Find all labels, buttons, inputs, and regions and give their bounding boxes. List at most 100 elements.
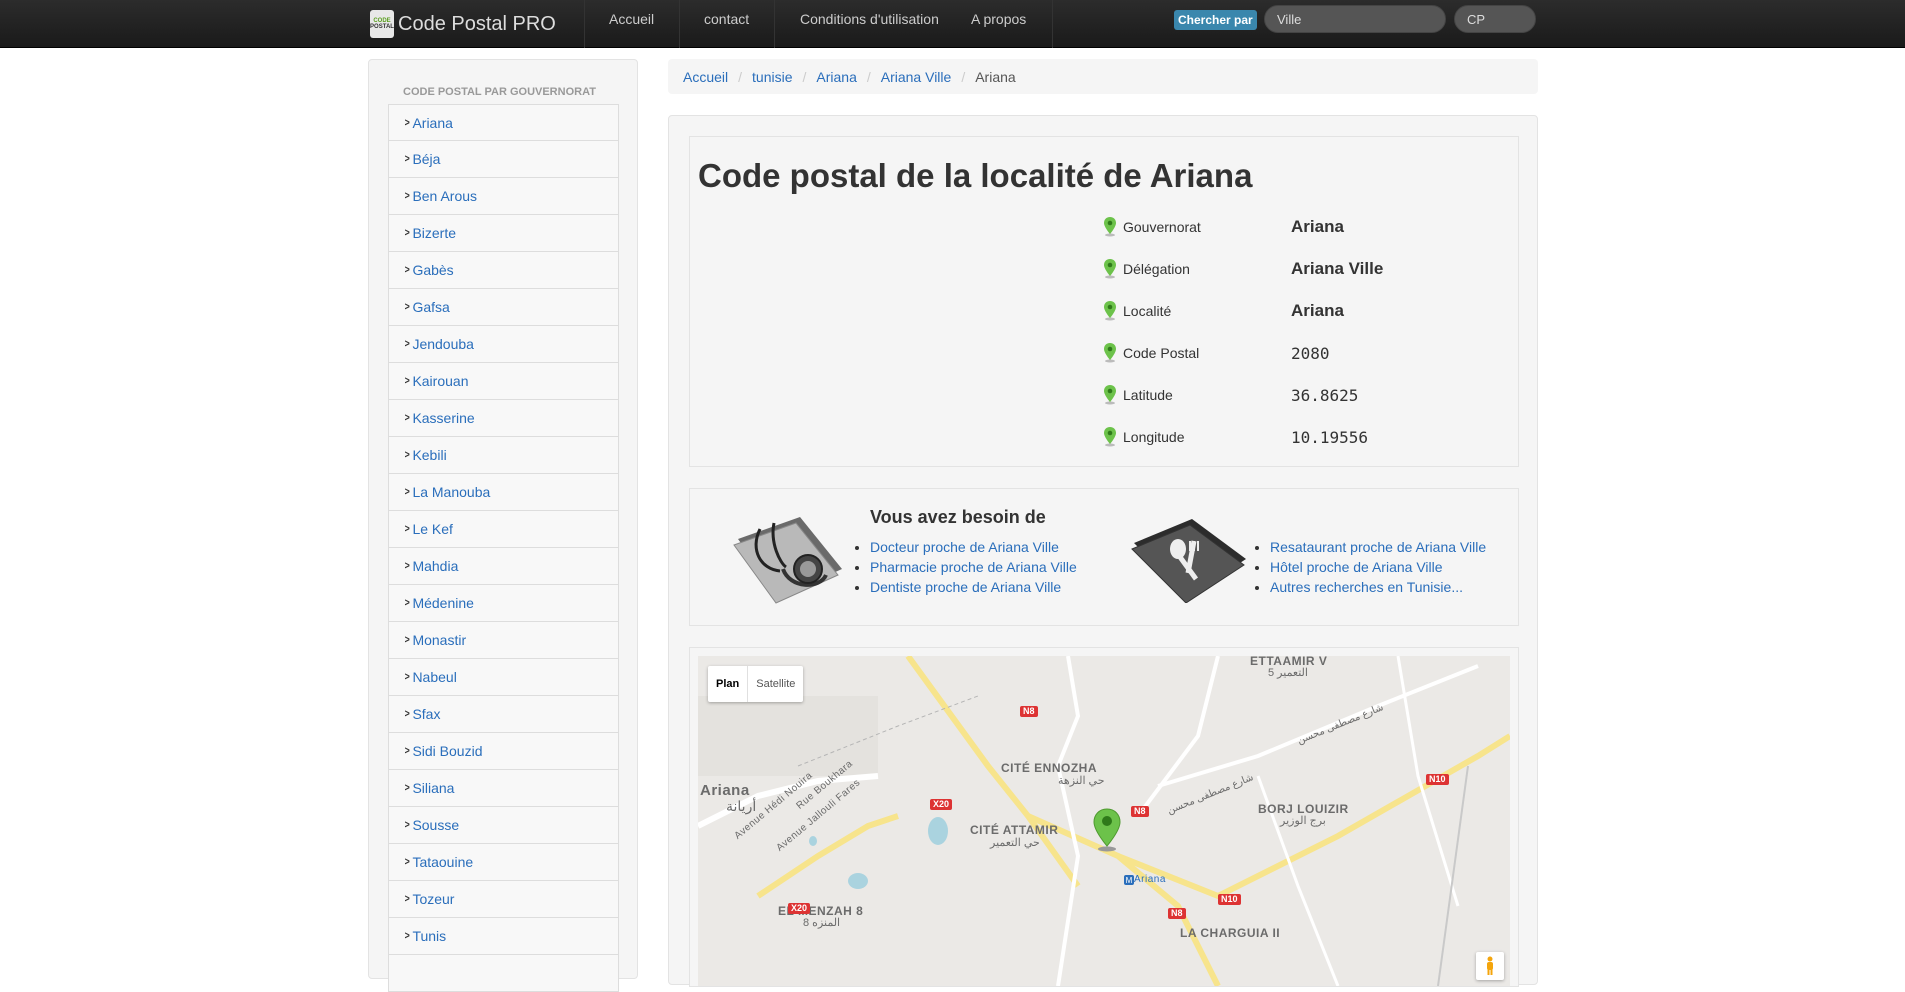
sidebar-item-label[interactable]: Tozeur [412, 891, 454, 907]
sidebar-item-label[interactable]: Médenine [412, 595, 474, 611]
map-label: برج الوزير [1280, 815, 1326, 827]
sidebar-item-label[interactable]: Béja [412, 151, 440, 167]
sidebar-item-label[interactable]: Gabès [412, 262, 453, 278]
map[interactable]: ETTAAMIR V التعمير 5 CITÉ ENNOZHA حي الن… [698, 656, 1510, 986]
sidebar-item-gabes[interactable]: > Gabès [388, 252, 619, 289]
sidebar-item-kairouan[interactable]: > Kairouan [388, 363, 619, 400]
chevron-right-icon: > [404, 375, 410, 387]
svg-text:M: M [1126, 876, 1133, 885]
nav-conditions[interactable]: Conditions d'utilisation [800, 11, 939, 27]
sidebar-item-label[interactable]: Tunis [412, 928, 446, 944]
sidebar-header: CODE POSTAL PAR GOUVERNORAT [403, 86, 596, 98]
breadcrumb-accueil[interactable]: Accueil [683, 69, 728, 85]
map-label: حي النزهة [1058, 775, 1105, 787]
sidebar-item-la-manouba[interactable]: > La Manouba [388, 474, 619, 511]
sidebar-item-jendouba[interactable]: > Jendouba [388, 326, 619, 363]
nav-accueil[interactable]: Accueil [609, 11, 654, 27]
sidebar-item-ben-arous[interactable]: > Ben Arous [388, 178, 619, 215]
sidebar-item-gafsa[interactable]: > Gafsa [388, 289, 619, 326]
sidebar-item-sfax[interactable]: > Sfax [388, 696, 619, 733]
map-card: ETTAAMIR V التعمير 5 CITÉ ENNOZHA حي الن… [689, 647, 1519, 987]
sidebar-item-mahdia[interactable]: > Mahdia [388, 548, 619, 585]
sidebar-item-beja[interactable]: > Béja [388, 141, 619, 178]
sidebar-item-kasserine[interactable]: > Kasserine [388, 400, 619, 437]
sidebar-item-label[interactable]: Tataouine [412, 854, 473, 870]
sidebar-item-label[interactable]: Jendouba [412, 336, 474, 352]
breadcrumb-tunisie[interactable]: tunisie [752, 69, 792, 85]
search-cp-input[interactable]: CP [1454, 5, 1536, 33]
brand-logo-icon: CODE POSTAL [370, 10, 394, 38]
info-row-code-postal: Code Postal 2080 [1103, 338, 1503, 368]
nav-contact[interactable]: contact [704, 11, 749, 27]
sidebar-item-medenine[interactable]: > Médenine [388, 585, 619, 622]
restaurant-folder-icon [1131, 519, 1246, 603]
chevron-right-icon: > [404, 930, 410, 942]
sidebar-item-label[interactable]: Gafsa [412, 299, 449, 315]
pegman-icon[interactable] [1476, 952, 1504, 980]
sidebar-item-label[interactable]: Le Kef [412, 521, 452, 537]
map-pin-icon [1104, 301, 1116, 321]
sidebar-item-tataouine[interactable]: > Tataouine [388, 844, 619, 881]
chevron-right-icon: > [404, 597, 410, 609]
breadcrumb-ariana[interactable]: Ariana [816, 69, 856, 85]
map-label: التعمير 5 [1268, 667, 1308, 679]
sidebar-item-label[interactable]: Kasserine [412, 410, 474, 426]
chevron-right-icon: > [404, 708, 410, 720]
sidebar-item-label[interactable]: Kebili [412, 447, 446, 463]
info-row-latitude: Latitude 36.8625 [1103, 380, 1503, 410]
sidebar-item-le-kef[interactable]: > Le Kef [388, 511, 619, 548]
sidebar-item-label[interactable]: Sfax [412, 706, 440, 722]
services-list-right: Resataurant proche de Ariana Ville Hôtel… [1256, 537, 1486, 597]
metro-station-icon: M [1124, 875, 1134, 885]
sidebar-item-label[interactable]: Kairouan [412, 373, 468, 389]
sidebar-item-label[interactable]: Sousse [412, 817, 459, 833]
search-ville-input[interactable]: Ville [1264, 5, 1446, 33]
road-shield: N8 [1131, 806, 1149, 817]
sidebar-item-label[interactable]: Mahdia [412, 558, 458, 574]
brand-name[interactable]: Code Postal PRO [398, 13, 556, 36]
dentiste-link[interactable]: Dentiste proche de Ariana Ville [870, 579, 1061, 595]
map-satellite-button[interactable]: Satellite [747, 666, 803, 702]
breadcrumb-separator: / [866, 68, 871, 85]
sidebar-item-label[interactable]: Nabeul [412, 669, 456, 685]
sidebar-item-sousse[interactable]: > Sousse [388, 807, 619, 844]
sidebar-item-label[interactable]: Siliana [412, 780, 454, 796]
pharmacie-link[interactable]: Pharmacie proche de Ariana Ville [870, 559, 1077, 575]
services-list-left: Docteur proche de Ariana Ville Pharmacie… [856, 537, 1077, 597]
hotel-link[interactable]: Hôtel proche de Ariana Ville [1270, 559, 1443, 575]
map-label: Ariana [700, 782, 750, 799]
search-label: Chercher par [1174, 10, 1257, 30]
sidebar-item-label[interactable]: Ariana [412, 115, 452, 131]
nav-divider [774, 0, 775, 48]
info-label: Localité [1123, 303, 1172, 319]
sidebar-item-nabeul[interactable]: > Nabeul [388, 659, 619, 696]
autres-recherches-link[interactable]: Autres recherches en Tunisie... [1270, 579, 1463, 595]
sidebar-item-ariana[interactable]: > Ariana [388, 104, 619, 141]
sidebar-item-label[interactable]: Monastir [412, 632, 466, 648]
map-label: CITÉ ENNOZHA [1001, 761, 1097, 775]
sidebar-item-siliana[interactable]: > Siliana [388, 770, 619, 807]
restaurant-link[interactable]: Resataurant proche de Ariana Ville [1270, 539, 1486, 555]
sidebar-item-monastir[interactable]: > Monastir [388, 622, 619, 659]
sidebar-item-label[interactable]: Bizerte [412, 225, 456, 241]
info-row-gouvernorat: Gouvernorat Ariana [1103, 212, 1503, 242]
location-marker-icon[interactable] [1091, 808, 1123, 852]
docteur-link[interactable]: Docteur proche de Ariana Ville [870, 539, 1059, 555]
sidebar-item-sidi-bouzid[interactable]: > Sidi Bouzid [388, 733, 619, 770]
nav-apropos[interactable]: A propos [971, 11, 1026, 27]
chevron-right-icon: > [404, 523, 410, 535]
services-title: Vous avez besoin de [870, 507, 1046, 527]
sidebar-item-label[interactable]: La Manouba [412, 484, 490, 500]
sidebar-item-label[interactable]: Sidi Bouzid [412, 743, 482, 759]
map-plan-button[interactable]: Plan [708, 666, 747, 702]
breadcrumb-ariana-ville[interactable]: Ariana Ville [881, 69, 952, 85]
sidebar-item-kebili[interactable]: > Kebili [388, 437, 619, 474]
info-row-longitude: Longitude 10.19556 [1103, 422, 1503, 452]
chevron-right-icon: > [404, 856, 410, 868]
brand[interactable]: CODE POSTAL Code Postal PRO [370, 8, 556, 40]
sidebar-item-tunis[interactable]: > Tunis [388, 918, 619, 955]
sidebar-item-tozeur[interactable]: > Tozeur [388, 881, 619, 918]
sidebar-item-label[interactable]: Ben Arous [412, 188, 477, 204]
map-label: Ariana [1134, 874, 1166, 885]
sidebar-item-bizerte[interactable]: > Bizerte [388, 215, 619, 252]
